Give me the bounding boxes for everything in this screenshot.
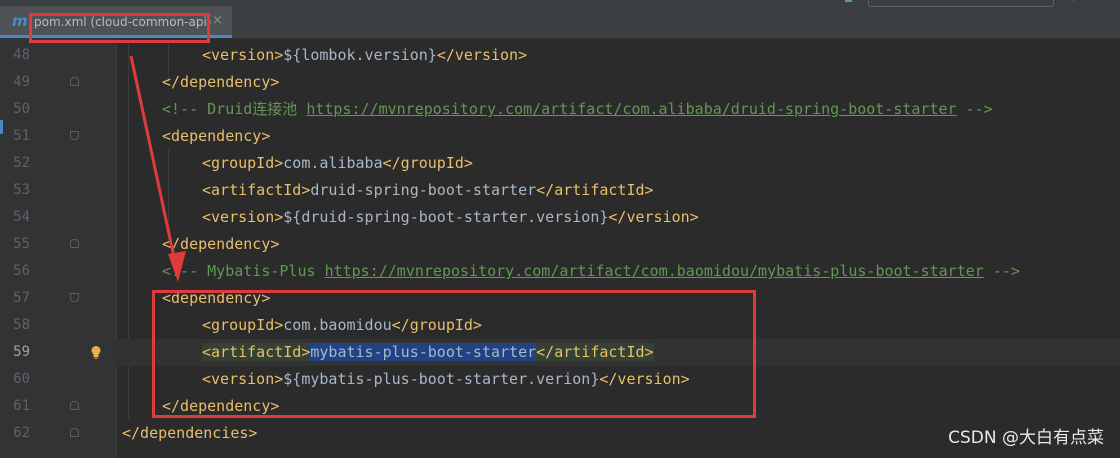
line-number: 49 [13, 74, 30, 90]
line-number: 61 [13, 398, 30, 414]
line-number: 60 [13, 371, 30, 387]
ide-window: m pom.xml (cloud-common-api) × 48 <versi… [0, 0, 1120, 458]
code-line: 51 <dependency> [0, 123, 1120, 150]
line-number: 48 [13, 47, 30, 63]
line-number: 62 [13, 425, 30, 441]
code-text: </dependency> [162, 73, 280, 91]
settings-icon[interactable] [796, 0, 810, 5]
fold-start-icon[interactable] [70, 293, 79, 302]
line-number: 54 [13, 209, 30, 225]
code-line: 56 <!-- Mybatis-Plus https://mvnreposito… [0, 258, 1120, 285]
code-line: 55 </dependency> [0, 231, 1120, 258]
code-text: <version>${druid-spring-boot-starter.ver… [202, 208, 699, 226]
code-line: 53 <artifactId>druid-spring-boot-starter… [0, 177, 1120, 204]
line-number: 55 [13, 236, 30, 252]
debug-icon[interactable] [1096, 0, 1110, 5]
code-text: <artifactId>druid-spring-boot-starter</a… [202, 181, 654, 199]
druid-url-link[interactable]: https://mvnrepository.com/artifact/com.a… [306, 100, 956, 118]
code-line: 54 <version>${druid-spring-boot-starter.… [0, 204, 1120, 231]
annotation-box-dependency [152, 290, 756, 418]
back-arrow-icon[interactable] [842, 0, 856, 5]
run-icon[interactable] [1066, 0, 1080, 5]
watermark: CSDN @大白有点菜 [948, 428, 1104, 448]
lightbulb-icon[interactable] [90, 345, 102, 360]
fold-end-icon[interactable] [70, 239, 79, 248]
line-number: 52 [13, 155, 30, 171]
mybatis-plus-url-link[interactable]: https://mvnrepository.com/artifact/com.b… [325, 262, 984, 280]
code-text: </dependencies> [122, 424, 258, 442]
fold-end-icon[interactable] [70, 401, 79, 410]
line-number: 51 [13, 128, 30, 144]
line-number: 59 [13, 344, 30, 360]
close-icon[interactable]: × [212, 13, 223, 28]
code-line: 49 </dependency> [0, 69, 1120, 96]
annotation-box-tab [29, 13, 210, 43]
line-number: 50 [13, 101, 30, 117]
code-text: <dependency> [162, 127, 271, 145]
code-text: </dependency> [162, 235, 280, 253]
code-line: 52 <groupId>com.alibaba</groupId> [0, 150, 1120, 177]
fold-end-icon[interactable] [70, 77, 79, 86]
code-line: 50 <!-- Druid连接池 https://mvnrepository.c… [0, 96, 1120, 123]
code-comment: <!-- Mybatis-Plus https://mvnrepository.… [162, 262, 1020, 280]
code-text: <groupId>com.alibaba</groupId> [202, 154, 473, 172]
code-text: <version>${lombok.version}</version> [202, 46, 528, 64]
run-configuration-select[interactable] [868, 0, 1054, 7]
code-line: 48 <version>${lombok.version}</version> [0, 42, 1120, 69]
line-number: 53 [13, 182, 30, 198]
line-number: 56 [13, 263, 30, 279]
code-comment: <!-- Druid连接池 https://mvnrepository.com/… [162, 100, 993, 118]
maven-file-icon: m [12, 12, 28, 30]
fold-end-icon[interactable] [70, 428, 79, 437]
line-number: 58 [13, 317, 30, 333]
fold-start-icon[interactable] [70, 131, 79, 140]
line-number: 57 [13, 290, 30, 306]
